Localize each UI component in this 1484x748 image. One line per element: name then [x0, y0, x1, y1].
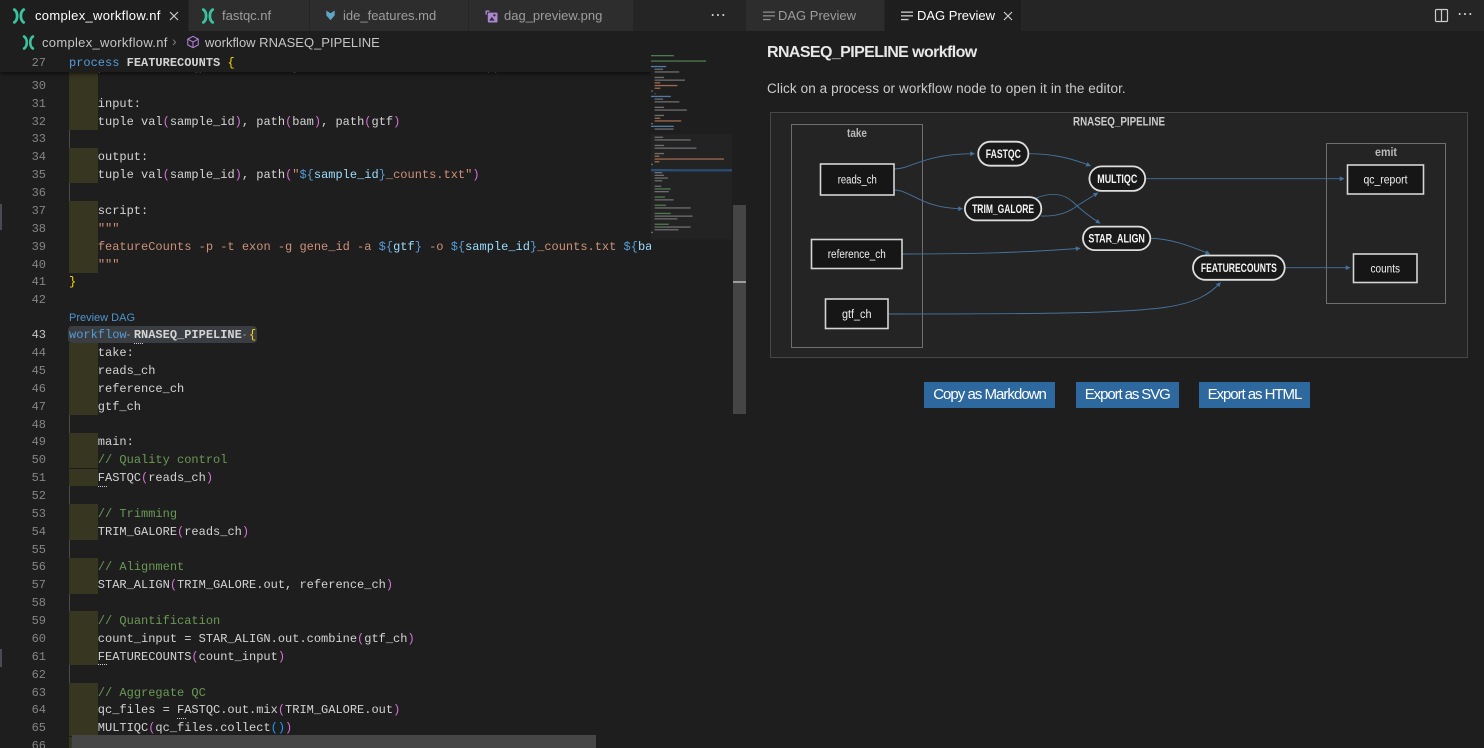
- svg-text:RNASEQ_PIPELINE: RNASEQ_PIPELINE: [1073, 115, 1165, 129]
- svg-text:qc_report: qc_report: [1364, 175, 1409, 187]
- svg-text:TRIM_GALORE: TRIM_GALORE: [972, 204, 1034, 216]
- svg-text:reads_ch: reads_ch: [838, 175, 877, 187]
- svg-text:reference_ch: reference_ch: [828, 249, 886, 261]
- svg-text:FEATURECOUNTS: FEATURECOUNTS: [1201, 263, 1277, 275]
- svg-text:counts: counts: [1371, 263, 1401, 275]
- svg-text:FASTQC: FASTQC: [986, 149, 1021, 161]
- svg-text:MULTIQC: MULTIQC: [1097, 174, 1137, 186]
- svg-text:STAR_ALIGN: STAR_ALIGN: [1088, 233, 1145, 245]
- svg-text:take: take: [847, 128, 867, 140]
- svg-text:gtf_ch: gtf_ch: [842, 309, 872, 321]
- svg-text:emit: emit: [1375, 147, 1397, 159]
